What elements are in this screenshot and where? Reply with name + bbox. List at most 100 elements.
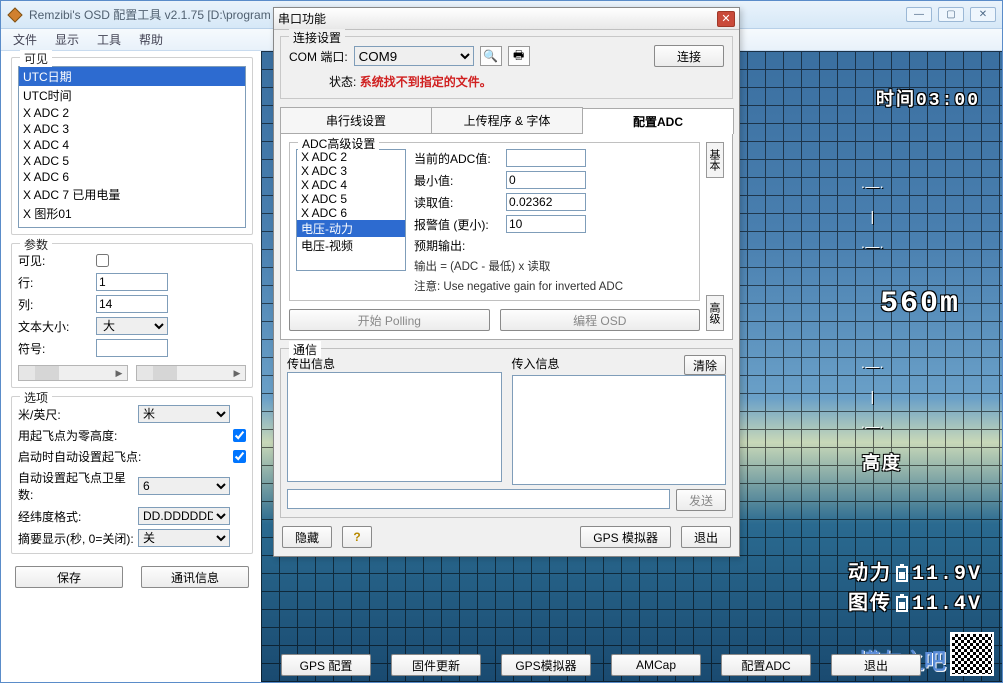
adc-alarm-input[interactable]: [506, 215, 586, 233]
list-item[interactable]: UTC时间: [19, 86, 245, 105]
list-item[interactable]: X ADC 6: [19, 169, 245, 185]
save-button[interactable]: 保存: [15, 566, 123, 588]
list-item[interactable]: X 图形01: [19, 204, 245, 223]
adc-listbox[interactable]: X ADC 2 X ADC 3 X ADC 4 X ADC 5 X ADC 6 …: [296, 149, 406, 271]
device-icon: 🖶: [513, 46, 524, 67]
app-icon: [7, 7, 23, 23]
close-button[interactable]: ✕: [970, 7, 996, 22]
search-port-button[interactable]: 🔍: [480, 46, 502, 66]
battery-icon: [896, 566, 908, 582]
gps-sim-button[interactable]: GPS模拟器: [501, 654, 591, 676]
col-input[interactable]: [96, 295, 168, 313]
menu-view[interactable]: 显示: [47, 29, 87, 50]
tab-upload[interactable]: 上传程序 & 字体: [431, 107, 583, 133]
bottom-toolbar: GPS 配置 固件更新 GPS模拟器 AMCap 配置ADC 退出: [271, 654, 1002, 676]
firmware-update-button[interactable]: 固件更新: [391, 654, 481, 676]
left-column: 可见 UTC日期 UTC时间 X ADC 2 X ADC 3 X ADC 4 X…: [1, 51, 261, 682]
col-label: 列:: [18, 296, 96, 313]
visible-group: 可见 UTC日期 UTC时间 X ADC 2 X ADC 3 X ADC 4 X…: [11, 57, 253, 235]
connection-group: 连接设置 COM 端口: COM9 🔍 🖶 连接 状态: 系统找不到指定的文件。: [280, 36, 733, 99]
list-item[interactable]: 电压-动力: [297, 220, 405, 237]
comm-send-input[interactable]: [287, 489, 670, 509]
list-item[interactable]: X ADC 2: [19, 105, 245, 121]
com-port-label: COM 端口:: [289, 48, 348, 65]
list-item[interactable]: X ADC 3: [297, 164, 405, 178]
textsize-select[interactable]: 大: [96, 317, 168, 335]
list-item[interactable]: X 图形02: [19, 223, 245, 228]
scroll-b[interactable]: ◀▶: [136, 365, 246, 381]
unit-select[interactable]: 米: [138, 405, 230, 423]
list-item[interactable]: UTC日期: [19, 67, 245, 86]
serial-dialog: 串口功能 ✕ 连接设置 COM 端口: COM9 🔍 🖶 连接 状态: 系统找不…: [273, 7, 740, 557]
comm-info-button[interactable]: 通讯信息: [141, 566, 249, 588]
gps-config-button[interactable]: GPS 配置: [281, 654, 371, 676]
sat-select[interactable]: 6: [138, 477, 230, 495]
com-port-select[interactable]: COM9: [354, 46, 474, 66]
exit-button[interactable]: 退出: [831, 654, 921, 676]
help-button[interactable]: ?: [342, 526, 372, 548]
program-osd-button[interactable]: 编程 OSD: [500, 309, 701, 331]
menu-tools[interactable]: 工具: [89, 29, 129, 50]
osd-video: 图传11.4V: [848, 586, 982, 616]
dialog-close-button[interactable]: ✕: [717, 11, 735, 27]
tab-config-adc[interactable]: 配置ADC: [582, 108, 734, 134]
dialog-gps-sim-button[interactable]: GPS 模拟器: [580, 526, 671, 548]
list-item[interactable]: X ADC 5: [19, 153, 245, 169]
comm-out-box[interactable]: [287, 372, 502, 482]
summary-select[interactable]: 关: [138, 529, 230, 547]
lonlat-select[interactable]: DD.DDDDDD: [138, 507, 230, 525]
row-label: 行:: [18, 274, 96, 291]
osd-altitude-label: 高度: [862, 449, 902, 475]
list-item[interactable]: X ADC 6: [297, 206, 405, 220]
minimize-button[interactable]: —: [906, 7, 932, 22]
row-input[interactable]: [96, 273, 168, 291]
menu-file[interactable]: 文件: [5, 29, 45, 50]
adc-preout-label: 预期输出:: [414, 237, 506, 254]
visible-checkbox[interactable]: [96, 254, 109, 267]
scroll-a[interactable]: ◀▶: [18, 365, 128, 381]
tab-serial-settings[interactable]: 串行线设置: [280, 107, 432, 133]
list-item[interactable]: X ADC 2: [297, 150, 405, 164]
comm-in-label: 传入信息: [512, 355, 560, 375]
sat-label: 自动设置起飞点卫星数:: [18, 469, 138, 503]
adc-read-input[interactable]: [506, 193, 586, 211]
comm-clear-button[interactable]: 清除: [684, 355, 726, 375]
list-item[interactable]: 电压-视频: [297, 237, 405, 254]
adc-current-label: 当前的ADC值:: [414, 150, 506, 167]
adc-current-input[interactable]: [506, 149, 586, 167]
adc-group: ADC高级设置 X ADC 2 X ADC 3 X ADC 4 X ADC 5 …: [289, 142, 700, 301]
hide-dialog-button[interactable]: 隐藏: [282, 526, 332, 548]
summary-label: 摘要显示(秒, 0=关闭):: [18, 530, 138, 547]
zero-alt-checkbox[interactable]: [233, 429, 246, 442]
list-item[interactable]: X ADC 3: [19, 121, 245, 137]
adc-min-input[interactable]: [506, 171, 586, 189]
list-item[interactable]: X ADC 5: [297, 192, 405, 206]
amcap-button[interactable]: AMCap: [611, 654, 701, 676]
advanced-tab-button[interactable]: 高级: [706, 295, 724, 331]
adc-read-label: 读取值:: [414, 194, 506, 211]
auto-set-label: 启动时自动设置起飞点:: [18, 448, 141, 465]
tabstrip: 串行线设置 上传程序 & 字体 配置ADC: [280, 107, 733, 134]
start-polling-button[interactable]: 开始 Polling: [289, 309, 490, 331]
comm-send-button[interactable]: 发送: [676, 489, 726, 511]
visible-listbox[interactable]: UTC日期 UTC时间 X ADC 2 X ADC 3 X ADC 4 X AD…: [18, 66, 246, 228]
symbol-label: 符号:: [18, 340, 96, 357]
list-item[interactable]: X ADC 4: [297, 178, 405, 192]
symbol-input[interactable]: [96, 339, 168, 357]
adc-alarm-label: 报警值 (更小):: [414, 216, 506, 233]
menu-help[interactable]: 帮助: [131, 29, 171, 50]
lonlat-label: 经纬度格式:: [18, 508, 138, 525]
dialog-exit-button[interactable]: 退出: [681, 526, 731, 548]
config-adc-button[interactable]: 配置ADC: [721, 654, 811, 676]
basic-tab-button[interactable]: 基本: [706, 142, 724, 178]
comm-in-box[interactable]: [512, 375, 727, 485]
list-item[interactable]: X ADC 4: [19, 137, 245, 153]
osd-power: 动力11.9V: [848, 556, 982, 586]
status-label: 状态:: [329, 75, 356, 89]
list-item[interactable]: X ADC 7 已用电量: [19, 185, 245, 204]
device-icon-button[interactable]: 🖶: [508, 46, 530, 66]
maximize-button[interactable]: ▢: [938, 7, 964, 22]
connect-button[interactable]: 连接: [654, 45, 724, 67]
dialog-titlebar[interactable]: 串口功能 ✕: [274, 8, 739, 30]
auto-set-checkbox[interactable]: [233, 450, 246, 463]
